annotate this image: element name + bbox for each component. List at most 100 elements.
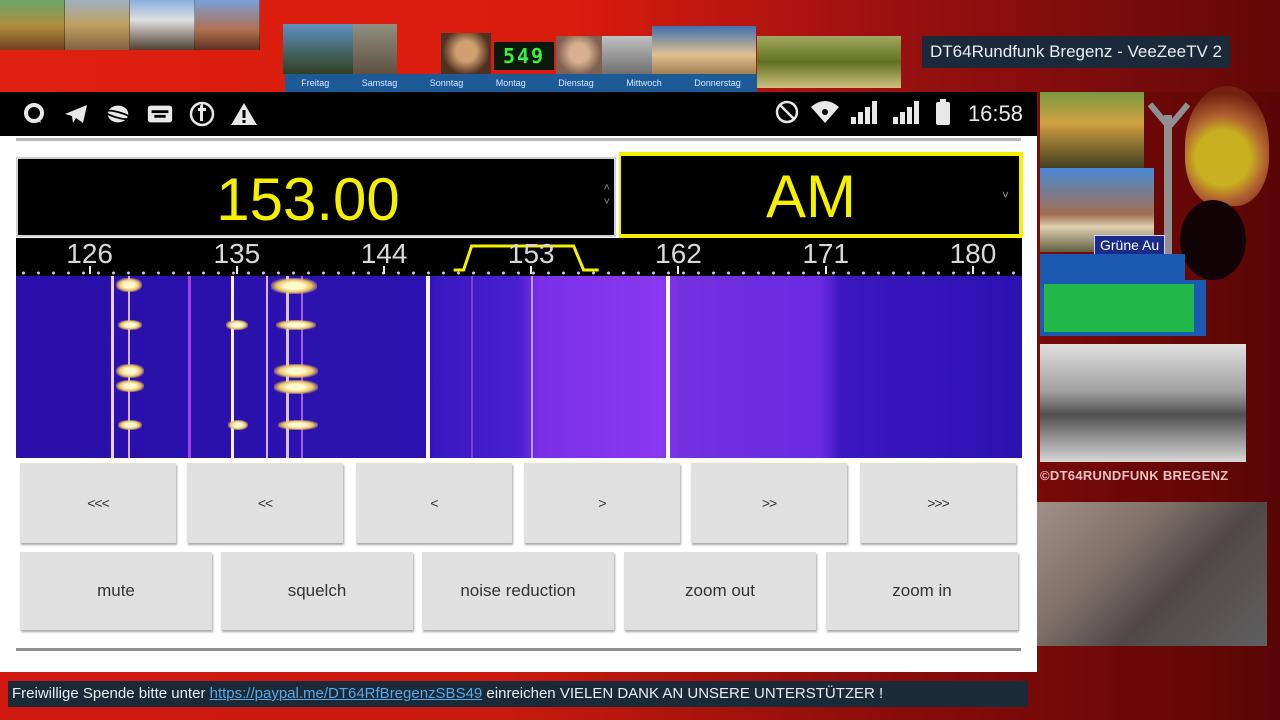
chevron-down-icon[interactable]: ˅ (1002, 188, 1009, 202)
zoom-out-button[interactable]: zoom out (624, 552, 816, 630)
donation-ticker: Freiwillige Spende bitte unter https://p… (8, 681, 1028, 707)
media-icon (146, 100, 174, 128)
signal-trace (266, 276, 268, 458)
donation-link[interactable]: https://paypal.me/DT64RfBregenzSBS49 (210, 685, 483, 702)
signal-burst (278, 420, 318, 430)
counter-display: 549 (494, 42, 554, 70)
flower-shadow (1180, 200, 1246, 280)
zoom-in-button[interactable]: zoom in (826, 552, 1018, 630)
facebook-icon (188, 100, 216, 128)
tune-up-large-button[interactable]: >>> (860, 463, 1016, 543)
thumbnail-image (556, 36, 602, 74)
thumbnail-image (602, 36, 652, 74)
divider (16, 648, 1021, 651)
scale-tick-mark (677, 266, 680, 274)
tune-up-medium-button[interactable]: >> (691, 463, 847, 543)
tune-down-small-button[interactable]: < (356, 463, 512, 543)
sdr-app-window: 16:58 153.00 ˄ ˅ AM ˅ 126 135 144 153 162 171… (0, 92, 1037, 672)
frequency-input[interactable]: 153.00 ˄ ˅ (16, 157, 616, 237)
scale-tick-mark (235, 266, 238, 274)
wifi-icon (810, 99, 840, 130)
signal-burst (118, 320, 142, 330)
weekday-label: Freitag (301, 78, 330, 88)
chevron-down-icon[interactable]: ˅ (604, 195, 610, 209)
thumbnail-image (652, 26, 756, 74)
signal-burst (274, 380, 318, 394)
frequency-value[interactable]: 153.00 (18, 165, 598, 234)
tuning-center-line (531, 276, 534, 458)
signal-burst (116, 364, 144, 378)
do-not-disturb-icon (774, 99, 800, 130)
divider (16, 138, 1021, 141)
scale-tick-mark (383, 266, 386, 274)
flower-graphic (1185, 86, 1269, 206)
ticker-prefix: Freiwillige Spende bitte unter (12, 685, 210, 702)
thumbnail-image (441, 33, 491, 74)
antenna-graphic (1164, 115, 1172, 260)
chevron-up-icon[interactable]: ˄ (604, 181, 610, 195)
scale-tick-mark (971, 266, 974, 274)
tune-down-medium-button[interactable]: << (187, 463, 343, 543)
mute-button[interactable]: mute (20, 552, 212, 630)
thumbnail-image (0, 0, 65, 50)
scale-tick-mark (824, 266, 827, 274)
telegram-icon (62, 100, 90, 128)
signal-trace (471, 276, 473, 458)
scale-tick-mark (88, 266, 91, 274)
thumbnail-image (353, 24, 397, 74)
mode-value[interactable]: AM (621, 162, 1001, 231)
weekday-label: Mittwoch (626, 78, 662, 88)
status-clock: 16:58 (967, 101, 1023, 126)
channel-title: DT64Rundfunk Bregenz - VeeZeeTV 2 (922, 36, 1230, 68)
signal-icon-2 (892, 99, 924, 130)
frequency-scale: 126 135 144 153 162 171 180 (16, 238, 1022, 276)
thumbnail-image (65, 0, 130, 50)
planet-icon (104, 100, 132, 128)
battery-icon (934, 98, 952, 131)
signal-burst (271, 278, 317, 294)
tune-down-large-button[interactable]: <<< (20, 463, 176, 543)
signal-burst (276, 320, 316, 330)
signal-burst (274, 364, 318, 378)
thumbnail-image (195, 0, 260, 50)
banner-thumbnails (0, 0, 260, 50)
side-block (1040, 254, 1185, 280)
frequency-spinner[interactable]: ˄ ˅ (604, 181, 610, 209)
mode-select[interactable]: AM ˅ (619, 152, 1023, 238)
signal-trace (426, 276, 430, 458)
android-status-bar: 16:58 (0, 92, 1037, 136)
signal-burst (116, 278, 142, 292)
weekday-label: Dienstag (558, 78, 594, 88)
ticker-suffix: einreichen VIELEN DANK AN UNSERE UNTERST… (482, 685, 884, 702)
weekday-label: Donnerstag (694, 78, 741, 88)
signal-trace (188, 276, 191, 458)
stream-banner: 549 Freitag Samstag Sonntag Montag Diens… (0, 0, 1280, 92)
signal-trace (111, 276, 114, 458)
signal-burst (228, 420, 248, 430)
thumbnail-image (283, 24, 353, 74)
signal-icon (850, 99, 882, 130)
warning-icon (230, 100, 258, 128)
weekday-bar: Freitag Samstag Sonntag Montag Dienstag … (285, 74, 757, 92)
weekday-label: Samstag (361, 78, 398, 88)
weekday-label: Sonntag (429, 78, 464, 88)
gruene-au-label: Grüne Au (1094, 235, 1166, 255)
spectrum-display[interactable]: 126 135 144 153 162 171 180 (16, 238, 1022, 458)
side-video-image (1037, 502, 1267, 646)
scale-tick-mark (530, 266, 533, 274)
squelch-button[interactable]: squelch (221, 552, 413, 630)
weekday-label: Montag (495, 78, 526, 88)
tune-up-small-button[interactable]: > (524, 463, 680, 543)
signal-trace (666, 276, 670, 458)
signal-trace (231, 276, 234, 458)
station-label: ©DT64RUNDFUNK BREGENZ (1040, 468, 1229, 483)
thumbnail-image (757, 36, 901, 88)
chat-bubble-icon (20, 100, 48, 128)
signal-burst (226, 320, 248, 330)
noise-reduction-button[interactable]: noise reduction (422, 552, 614, 630)
thumbnail-image (130, 0, 195, 50)
waterfall[interactable] (16, 276, 1022, 458)
signal-burst (116, 380, 144, 392)
signal-burst (118, 420, 142, 430)
side-block (1040, 280, 1206, 336)
